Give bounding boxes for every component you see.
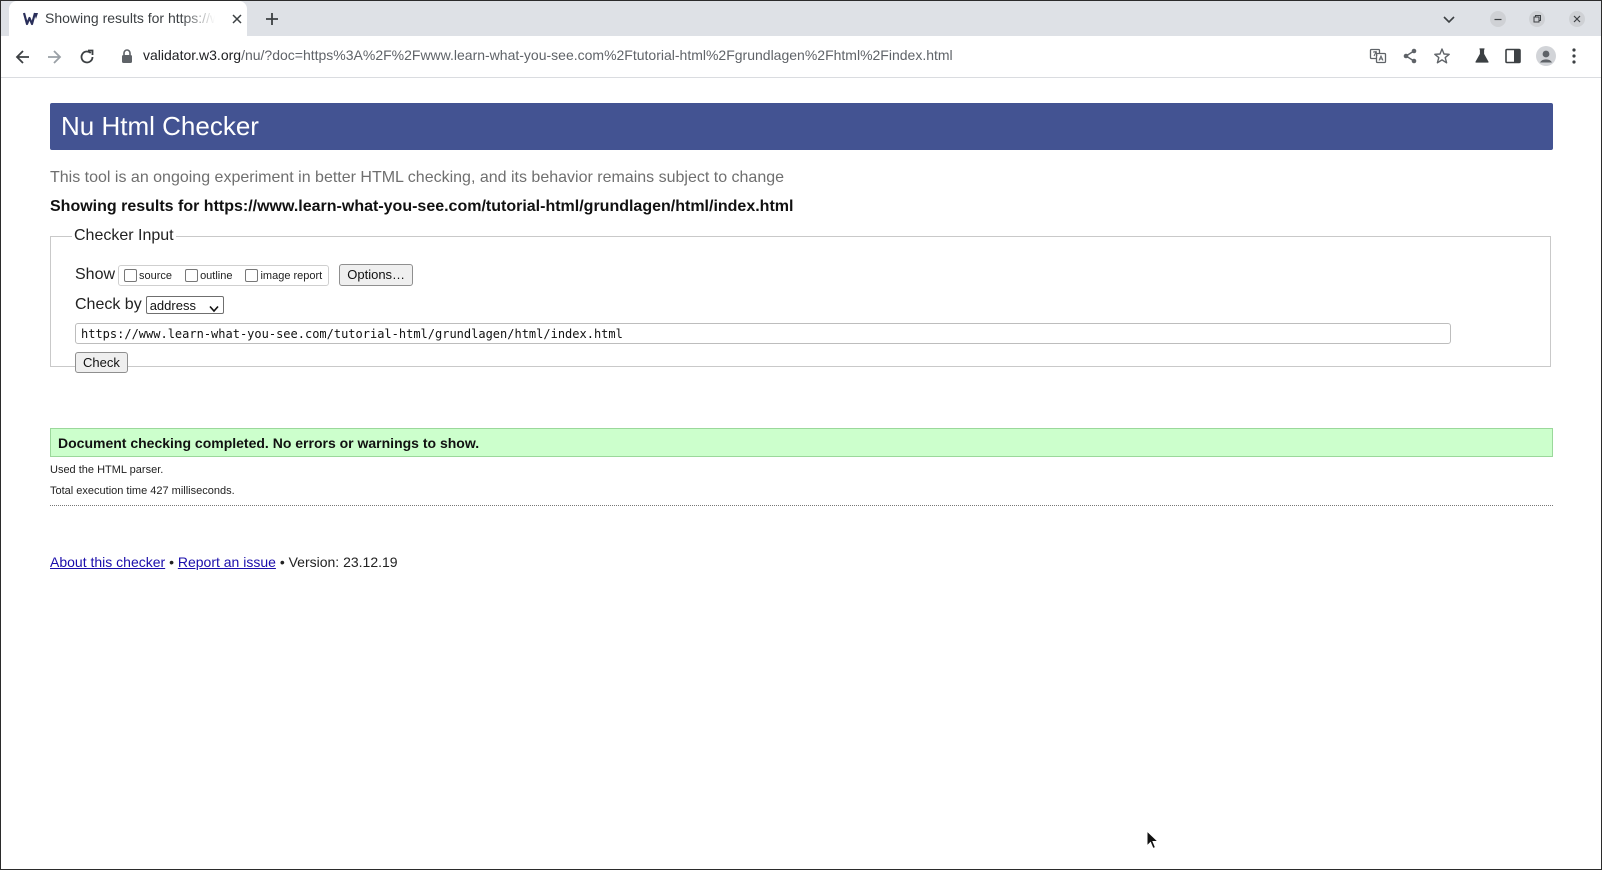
check-by-select[interactable]: address (145, 296, 224, 316)
bookmark-star-icon[interactable] (1433, 47, 1451, 65)
version-text: Version: 23.12.19 (288, 554, 398, 570)
source-checkbox-label[interactable]: source (139, 270, 172, 282)
check-by-label: Check by (75, 296, 142, 313)
about-checker-link[interactable]: About this checker (50, 554, 165, 570)
outline-checkbox[interactable] (185, 269, 199, 282)
restore-window-icon[interactable] (1529, 11, 1545, 27)
show-options-row: Show source outline image report Options… (75, 263, 414, 286)
tab-strip: Showing results for https://www.learn-wh… (1, 1, 1601, 36)
options-button[interactable]: Options… (339, 263, 414, 286)
check-by-selected-value: address (149, 297, 196, 313)
browser-toolbar: validator.w3.org/nu/?doc=https%3A%2F%2Fw… (1, 36, 1601, 78)
side-panel-icon[interactable] (1504, 47, 1522, 65)
tab-search-chevron-icon[interactable] (1441, 11, 1457, 27)
minimize-window-icon[interactable] (1490, 11, 1506, 27)
show-options-group: source outline image report (118, 265, 330, 286)
close-tab-icon[interactable] (229, 11, 245, 27)
close-window-icon[interactable] (1569, 11, 1585, 27)
check-button[interactable]: Check (75, 352, 128, 373)
report-issue-link[interactable]: Report an issue (178, 554, 276, 570)
share-icon[interactable] (1401, 47, 1419, 65)
page-title: Nu Html Checker (61, 111, 259, 141)
tab-title: Showing results for https://www.learn-wh… (45, 10, 215, 26)
page-content: Nu Html Checker This tool is an ongoing … (1, 78, 1601, 870)
reload-icon[interactable] (77, 47, 97, 67)
chevron-down-icon (209, 301, 219, 316)
translate-icon[interactable] (1369, 47, 1387, 65)
browser-tab-active[interactable]: Showing results for https://www.learn-wh… (9, 1, 247, 36)
image-report-checkbox[interactable] (245, 269, 259, 282)
dotted-divider (50, 505, 1553, 506)
new-tab-plus-icon[interactable] (263, 10, 281, 28)
results-heading: Showing results for https://www.learn-wh… (50, 198, 794, 215)
footer: About this checker • Report an issue • V… (50, 554, 398, 570)
image-report-checkbox-label[interactable]: image report (260, 270, 322, 282)
show-label: Show (75, 265, 116, 283)
forward-arrow-icon[interactable] (44, 47, 64, 67)
url-path: /nu/?doc=https%3A%2F%2Fwww.learn-what-yo… (241, 47, 953, 63)
tagline: This tool is an ongoing experiment in be… (50, 169, 785, 186)
check-by-row: Check by address (75, 296, 224, 314)
kebab-menu-icon[interactable] (1571, 47, 1577, 65)
lock-icon[interactable] (120, 48, 134, 69)
w3c-favicon-icon (22, 10, 40, 28)
profile-avatar-icon[interactable] (1536, 46, 1556, 66)
address-bar-url[interactable]: validator.w3.org/nu/?doc=https%3A%2F%2Fw… (143, 47, 953, 63)
execution-time: Total execution time 427 milliseconds. (50, 485, 235, 497)
document-url-input[interactable]: https://www.learn-what-you-see.com/tutor… (75, 323, 1451, 344)
labs-flask-icon[interactable] (1473, 47, 1491, 65)
checker-banner: Nu Html Checker (50, 103, 1553, 150)
parser-note: Used the HTML parser. (50, 464, 164, 476)
checker-input-fieldset: Checker Input Show source outline image … (50, 227, 1551, 373)
checker-input-legend: Checker Input (74, 227, 174, 244)
success-message: Document checking completed. No errors o… (50, 428, 1553, 457)
back-arrow-icon[interactable] (13, 47, 33, 67)
outline-checkbox-label[interactable]: outline (200, 270, 232, 282)
footer-separator: • (169, 554, 174, 570)
source-checkbox[interactable] (124, 269, 138, 282)
url-host: validator.w3.org (143, 47, 242, 63)
footer-separator: • (279, 554, 285, 570)
mouse-cursor-icon (1146, 829, 1160, 855)
